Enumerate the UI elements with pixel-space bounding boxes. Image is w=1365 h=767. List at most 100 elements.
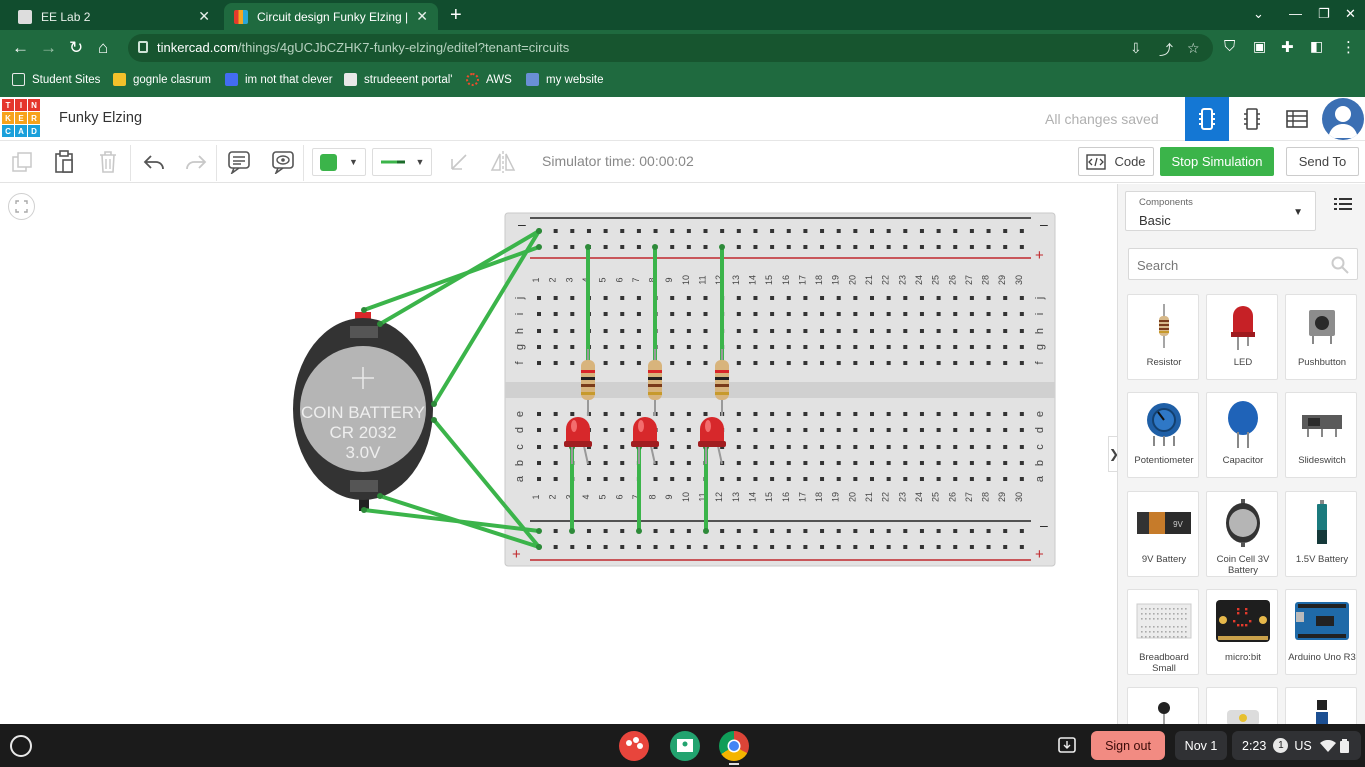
- paint-app-icon[interactable]: [619, 731, 649, 761]
- component-card-arduino[interactable]: Arduino Uno R3: [1285, 589, 1357, 675]
- holding-space-icon[interactable]: [1052, 731, 1082, 761]
- close-tab-icon[interactable]: ✕: [416, 8, 428, 25]
- component-card-microbit[interactable]: micro:bit: [1206, 589, 1278, 675]
- schematic-view-button[interactable]: [1230, 97, 1274, 141]
- wire-type-picker[interactable]: ▼: [372, 148, 432, 176]
- copy-icon[interactable]: [10, 150, 34, 174]
- circuit-canvas[interactable]: – – + – + + 1 1 2 2 3 3 4 4 5 5 6 6 7 7 8 8 9 9 10 10 11 11 12…: [0, 184, 1117, 724]
- component-card-resistor[interactable]: Resistor: [1127, 294, 1199, 380]
- browser-tab-tinkercad[interactable]: Circuit design Funky Elzing | Tin ✕: [224, 3, 438, 30]
- breadboard-hole: [1019, 329, 1024, 333]
- toggle-notes-visibility-icon[interactable]: [271, 150, 295, 174]
- breadboard-hole: [770, 545, 775, 549]
- breadboard-hole: [686, 445, 691, 449]
- coin-battery[interactable]: COIN BATTERY CR 2032 3.0V: [293, 312, 433, 511]
- component-card-partial[interactable]: [1285, 687, 1357, 724]
- bookmark-clever[interactable]: im not that clever: [225, 73, 333, 86]
- bookmark-student-sites[interactable]: Student Sites: [12, 73, 100, 86]
- component-card-coin-cell[interactable]: Coin Cell 3V Battery: [1206, 491, 1278, 577]
- column-label: 15: [764, 275, 774, 285]
- components-category-select[interactable]: Components Basic ▼: [1125, 191, 1316, 231]
- new-tab-icon[interactable]: +: [450, 4, 462, 27]
- install-app-icon[interactable]: ⇩: [1130, 40, 1142, 57]
- reload-icon[interactable]: ↻: [69, 38, 83, 58]
- breadboard-hole: [903, 412, 908, 416]
- breadboard-hole: [653, 477, 658, 481]
- breadboard-hole: [1169, 618, 1171, 620]
- column-label: 2: [548, 277, 558, 282]
- more-menu-icon[interactable]: ⋮: [1341, 38, 1356, 56]
- classroom-app-icon[interactable]: [670, 731, 700, 761]
- component-card-9v-battery[interactable]: 9V 9V Battery: [1127, 491, 1199, 577]
- breadboard-hole: [803, 428, 808, 432]
- undo-icon[interactable]: [142, 150, 166, 174]
- chrome-app-icon[interactable]: [719, 731, 749, 761]
- component-list-view-button[interactable]: [1275, 97, 1319, 141]
- list-view-toggle[interactable]: [1334, 197, 1352, 216]
- minimize-icon[interactable]: —: [1289, 6, 1302, 21]
- breadboard-hole: [537, 345, 541, 349]
- bookmark-student-portal[interactable]: strudeeent portal': [344, 73, 453, 86]
- status-tray[interactable]: 2:23 1 US: [1232, 731, 1361, 760]
- project-title[interactable]: Funky Elzing: [59, 110, 142, 126]
- bookmark-star-icon[interactable]: ☆: [1187, 40, 1200, 57]
- list-icon: [1334, 198, 1352, 210]
- forward-icon[interactable]: →: [40, 38, 57, 58]
- stop-simulation-button[interactable]: Stop Simulation: [1160, 147, 1274, 176]
- component-card-potentiometer[interactable]: Potentiometer: [1127, 392, 1199, 478]
- component-card-partial[interactable]: [1127, 687, 1199, 724]
- flip-icon[interactable]: [490, 150, 516, 174]
- browser-tab-ee-lab[interactable]: EE Lab 2 ✕: [8, 3, 220, 30]
- breadboard-hole: [820, 361, 825, 365]
- launcher-icon[interactable]: [10, 735, 32, 757]
- component-card-slideswitch[interactable]: Slideswitch: [1285, 392, 1357, 478]
- component-card-1-5v-battery[interactable]: 1.5V Battery: [1285, 491, 1357, 577]
- component-card-breadboard-small[interactable]: Breadboard Small: [1127, 589, 1199, 675]
- breadboard-hole: [803, 245, 808, 249]
- code-button[interactable]: Code: [1078, 147, 1154, 176]
- search-icon[interactable]: [1331, 256, 1349, 274]
- home-icon[interactable]: ⌂: [98, 38, 108, 58]
- address-bar[interactable]: tinkercad.com/things/4gUCJbCZHK7-funky-e…: [128, 34, 1213, 62]
- shield-extension-icon[interactable]: ⛉: [1224, 38, 1235, 55]
- puzzle-extensions-icon[interactable]: ✚: [1281, 38, 1294, 56]
- close-tab-icon[interactable]: ✕: [198, 8, 210, 25]
- bookmark-classroom[interactable]: gognle clasrum: [113, 73, 211, 86]
- component-card-pushbutton[interactable]: Pushbutton: [1285, 294, 1357, 380]
- close-window-icon[interactable]: ✕: [1345, 6, 1356, 22]
- send-to-button[interactable]: Send To: [1286, 147, 1359, 176]
- extension-icon[interactable]: ▣: [1253, 38, 1266, 55]
- share-icon[interactable]: ⤴: [1159, 40, 1173, 60]
- component-card-capacitor[interactable]: Capacitor: [1206, 392, 1278, 478]
- breadboard-hole: [786, 412, 791, 416]
- circuit-view-button[interactable]: [1185, 97, 1229, 141]
- search-input[interactable]: [1137, 255, 1327, 275]
- paste-icon[interactable]: [52, 150, 76, 174]
- redo-icon[interactable]: [184, 150, 208, 174]
- bookmark-aws[interactable]: AWS: [466, 73, 512, 86]
- column-label: 12: [714, 492, 724, 502]
- url-text: tinkercad.com/things/4gUCJbCZHK7-funky-e…: [157, 40, 570, 55]
- sign-out-button[interactable]: Sign out: [1091, 731, 1165, 760]
- avatar[interactable]: [1322, 98, 1364, 140]
- breadboard-hole: [736, 329, 741, 333]
- color-picker[interactable]: ▼: [312, 148, 366, 176]
- back-icon[interactable]: ←: [12, 38, 29, 58]
- row-label: c: [514, 444, 526, 450]
- column-label: 15: [764, 492, 774, 502]
- date-tray[interactable]: Nov 1: [1175, 731, 1227, 760]
- side-panel-icon[interactable]: ◧: [1310, 38, 1323, 55]
- notes-icon[interactable]: [227, 150, 251, 174]
- rotate-icon[interactable]: [447, 150, 471, 174]
- search-field[interactable]: [1128, 248, 1358, 280]
- circuit-diagram[interactable]: – – + – + + 1122334455667788991010111112…: [0, 184, 1117, 724]
- delete-icon[interactable]: [96, 150, 120, 174]
- breadboard-hole: [586, 477, 591, 481]
- tinkercad-logo[interactable]: T I N K E R C A D: [2, 99, 40, 137]
- tab-search-icon[interactable]: ⌄: [1253, 6, 1264, 22]
- chevron-down-icon: ▼: [415, 157, 425, 167]
- bookmark-my-website[interactable]: my website: [526, 73, 604, 86]
- component-card-led[interactable]: LED: [1206, 294, 1278, 380]
- restore-icon[interactable]: ❐: [1318, 6, 1330, 22]
- component-card-partial[interactable]: [1206, 687, 1278, 724]
